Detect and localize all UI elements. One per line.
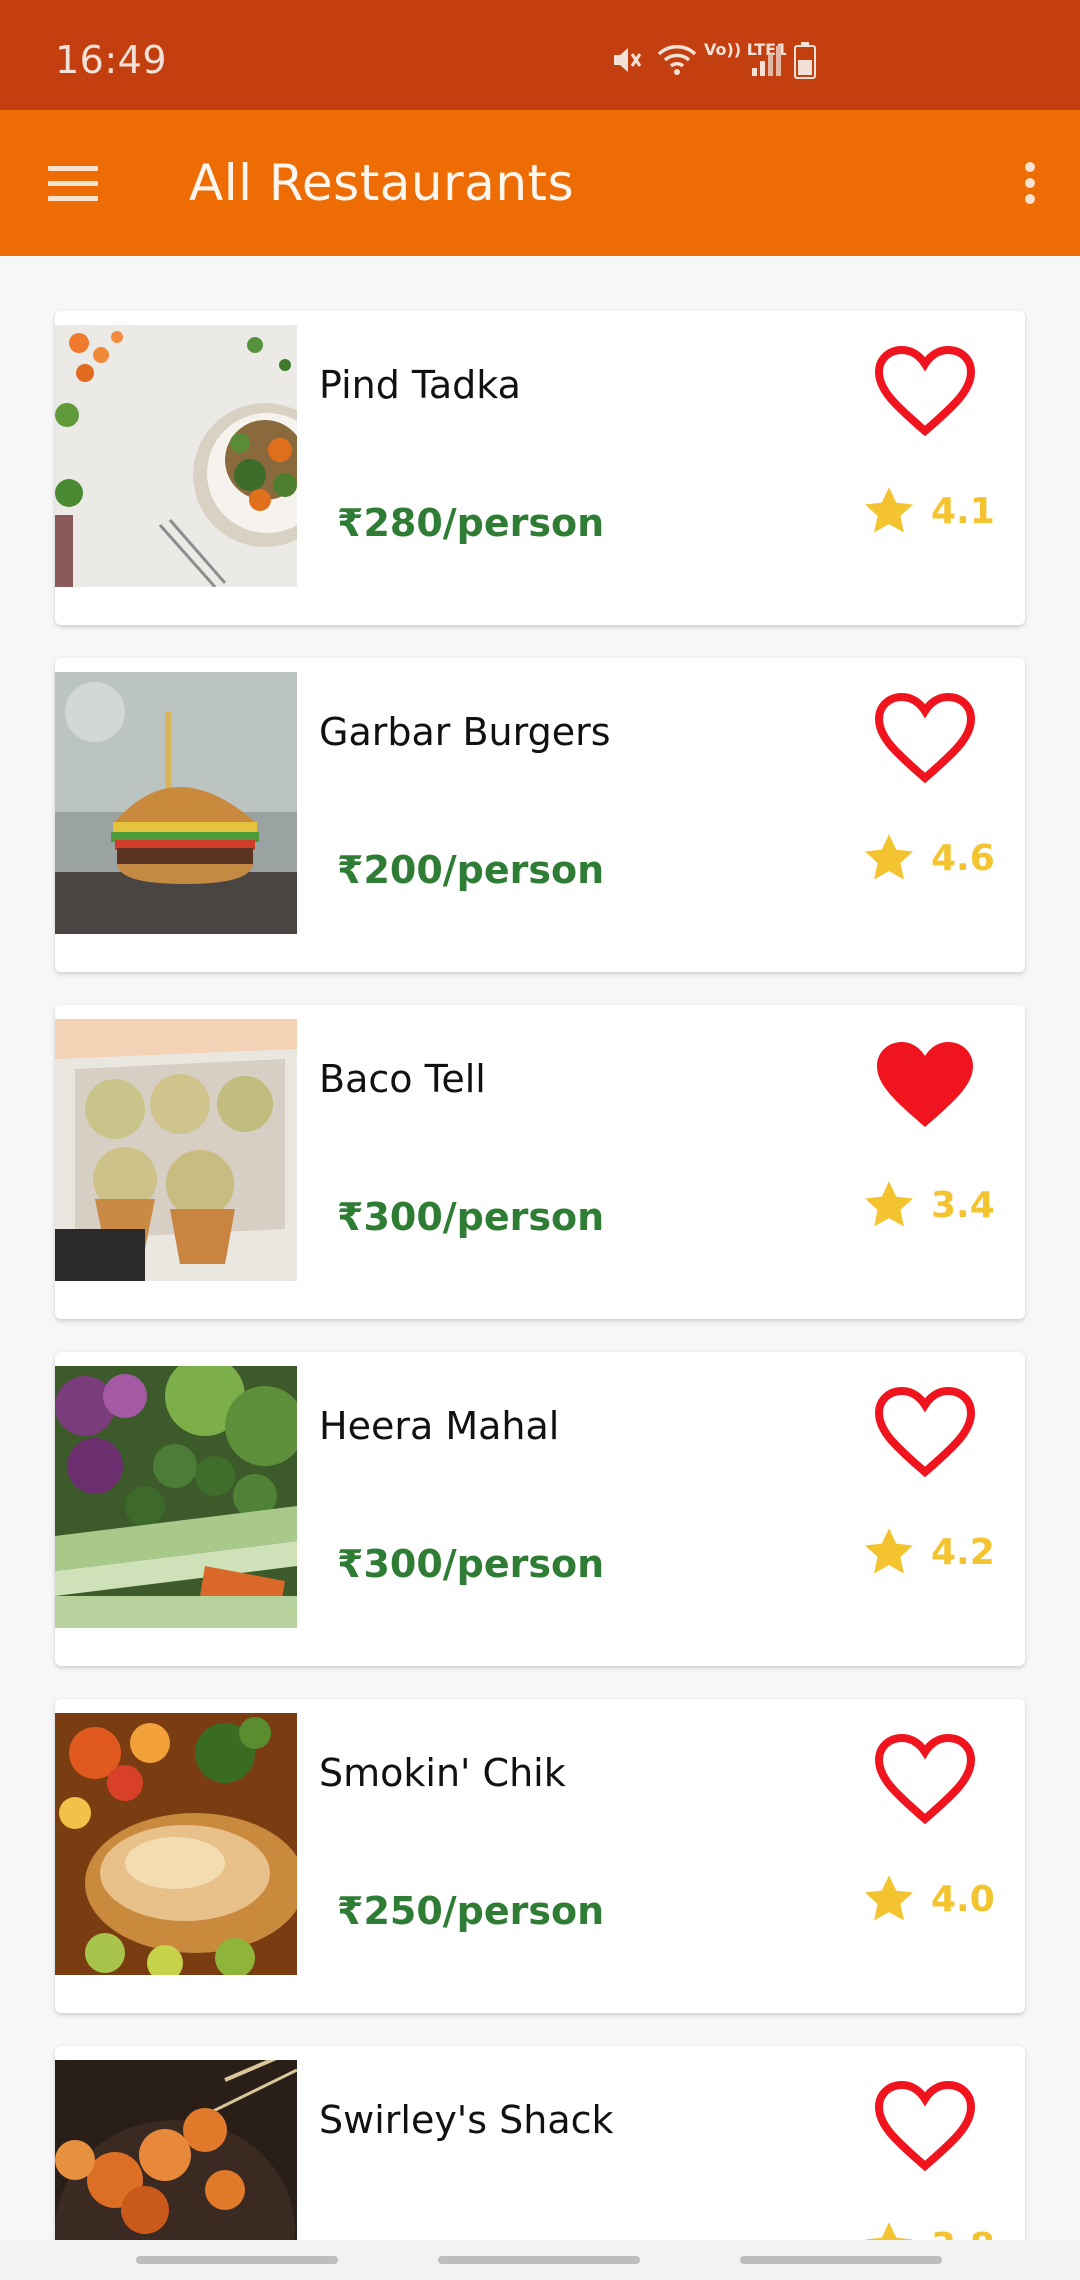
- burger-image: [55, 672, 297, 934]
- star-icon: [864, 834, 914, 880]
- nav-back-handle[interactable]: [740, 2256, 942, 2264]
- rating: 4.6: [861, 830, 995, 886]
- wifi-icon: [656, 42, 698, 78]
- vegetables-image: [55, 1366, 297, 1628]
- roast-chicken-image: [55, 1713, 297, 1975]
- rating-value: 3.4: [931, 1184, 995, 1226]
- rating: 4.2: [861, 1524, 995, 1580]
- screen: 16:49 Vo)) LTE1 All Restaurants Pind Tad…: [0, 0, 1080, 2280]
- restaurant-name: Garbar Burgers: [319, 710, 611, 754]
- battery-icon: [794, 42, 816, 80]
- hamburger-menu-icon[interactable]: [40, 150, 106, 216]
- heart-filled-icon[interactable]: [873, 1039, 977, 1133]
- restaurant-card[interactable]: Swirley's Shack 3.8: [55, 2046, 1025, 2240]
- restaurant-price: ₹250/person: [337, 1889, 605, 1933]
- salad-bowl-image: [55, 325, 297, 587]
- nav-recents-handle[interactable]: [136, 2256, 338, 2264]
- restaurant-card[interactable]: Garbar Burgers ₹200/person 4.6: [55, 658, 1025, 972]
- status-bar: 16:49 Vo)) LTE1: [0, 0, 1080, 110]
- rating: 3.8: [861, 2218, 995, 2240]
- restaurant-name: Heera Mahal: [319, 1404, 560, 1448]
- heart-outline-icon[interactable]: [873, 692, 977, 786]
- rating-value: 4.2: [931, 1531, 995, 1573]
- status-time: 16:49: [55, 38, 168, 82]
- status-icons: Vo)) LTE1: [608, 42, 823, 82]
- restaurant-price: ₹280/person: [337, 501, 605, 545]
- shrimp-skewer-image: [55, 2060, 297, 2240]
- star-icon: [864, 487, 914, 533]
- restaurant-card[interactable]: Baco Tell ₹300/person 3.4: [55, 1005, 1025, 1319]
- star-icon: [864, 2222, 914, 2240]
- restaurant-card[interactable]: Pind Tadka ₹280/person 4.1: [55, 311, 1025, 625]
- taco-cups-image: [55, 1019, 297, 1281]
- rating: 4.0: [861, 1871, 995, 1927]
- rating-value: 4.6: [931, 837, 995, 879]
- restaurant-name: Baco Tell: [319, 1057, 486, 1101]
- rating-value: 4.0: [931, 1878, 995, 1920]
- restaurant-price: ₹300/person: [337, 1195, 605, 1239]
- navigation-bar: [0, 2240, 1080, 2280]
- mute-icon: [608, 42, 644, 78]
- heart-outline-icon[interactable]: [873, 1386, 977, 1480]
- heart-outline-icon[interactable]: [873, 2080, 977, 2174]
- restaurant-price: ₹200/person: [337, 848, 605, 892]
- heart-outline-icon[interactable]: [873, 345, 977, 439]
- rating-value: 3.8: [931, 2226, 995, 2241]
- restaurant-name: Smokin' Chik: [319, 1751, 566, 1795]
- app-bar: All Restaurants: [0, 110, 1080, 256]
- nav-home-handle[interactable]: [438, 2256, 640, 2264]
- rating: 3.4: [861, 1177, 995, 1233]
- restaurant-name: Swirley's Shack: [319, 2098, 614, 2142]
- signal-icon: [750, 42, 786, 78]
- restaurant-list[interactable]: Pind Tadka ₹280/person 4.1 Garbar Burger…: [0, 256, 1080, 2240]
- heart-outline-icon[interactable]: [873, 1733, 977, 1827]
- more-vert-icon[interactable]: [1000, 150, 1060, 216]
- restaurant-card[interactable]: Smokin' Chik ₹250/person 4.0: [55, 1699, 1025, 2013]
- restaurant-price: ₹300/person: [337, 1542, 605, 1586]
- page-title: All Restaurants: [189, 154, 575, 212]
- restaurant-card[interactable]: Heera Mahal ₹300/person 4.2: [55, 1352, 1025, 1666]
- rating: 4.1: [861, 483, 995, 539]
- star-icon: [864, 1181, 914, 1227]
- restaurant-name: Pind Tadka: [319, 363, 521, 407]
- rating-value: 4.1: [931, 490, 995, 532]
- star-icon: [864, 1875, 914, 1921]
- star-icon: [864, 1528, 914, 1574]
